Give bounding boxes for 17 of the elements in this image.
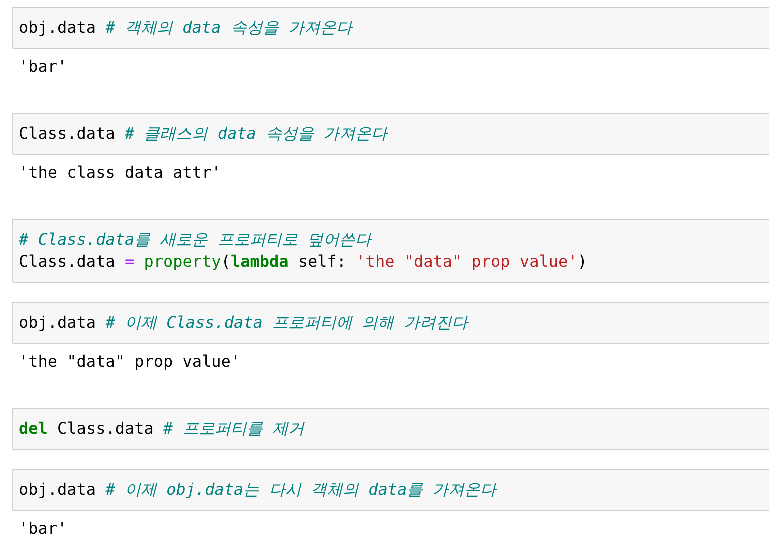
code-input-cell[interactable]: obj.data # 이제 Class.data 프로퍼티에 의해 가려진다	[12, 302, 769, 344]
code-input-cell[interactable]: # Class.data를 새로운 프로퍼티로 덮어쓴다 Class.data = property(lambda self: 'the "data" prop value')	[12, 219, 769, 283]
code-input-cell[interactable]: del Class.data # 프로퍼티를 제거	[12, 408, 769, 450]
cell-output: 'the class data attr'	[19, 162, 222, 184]
code-line: # Class.data를 새로운 프로퍼티로 덮어쓴다	[19, 229, 372, 251]
cell-output: 'bar'	[19, 56, 68, 78]
code-input-cell[interactable]: obj.data # 이제 obj.data는 다시 객체의 data를 가져온다	[12, 469, 769, 511]
code-line: Class.data = property(lambda self: 'the "data" prop value')	[19, 251, 588, 273]
code-line: obj.data # 이제 Class.data 프로퍼티에 의해 가려진다	[19, 312, 468, 334]
code-line: del Class.data # 프로퍼티를 제거	[19, 418, 304, 440]
code-line: obj.data # 객체의 data 속성을 가져온다	[19, 17, 352, 39]
code-input-cell[interactable]: obj.data # 객체의 data 속성을 가져온다	[12, 7, 769, 49]
cell-output: 'the "data" prop value'	[19, 351, 241, 373]
code-input-cell[interactable]: Class.data # 클래스의 data 속성을 가져온다	[12, 113, 769, 155]
cell-output: 'bar'	[19, 518, 68, 540]
code-line: obj.data # 이제 obj.data는 다시 객체의 data를 가져온다	[19, 479, 497, 501]
code-line: Class.data # 클래스의 data 속성을 가져온다	[19, 123, 388, 145]
